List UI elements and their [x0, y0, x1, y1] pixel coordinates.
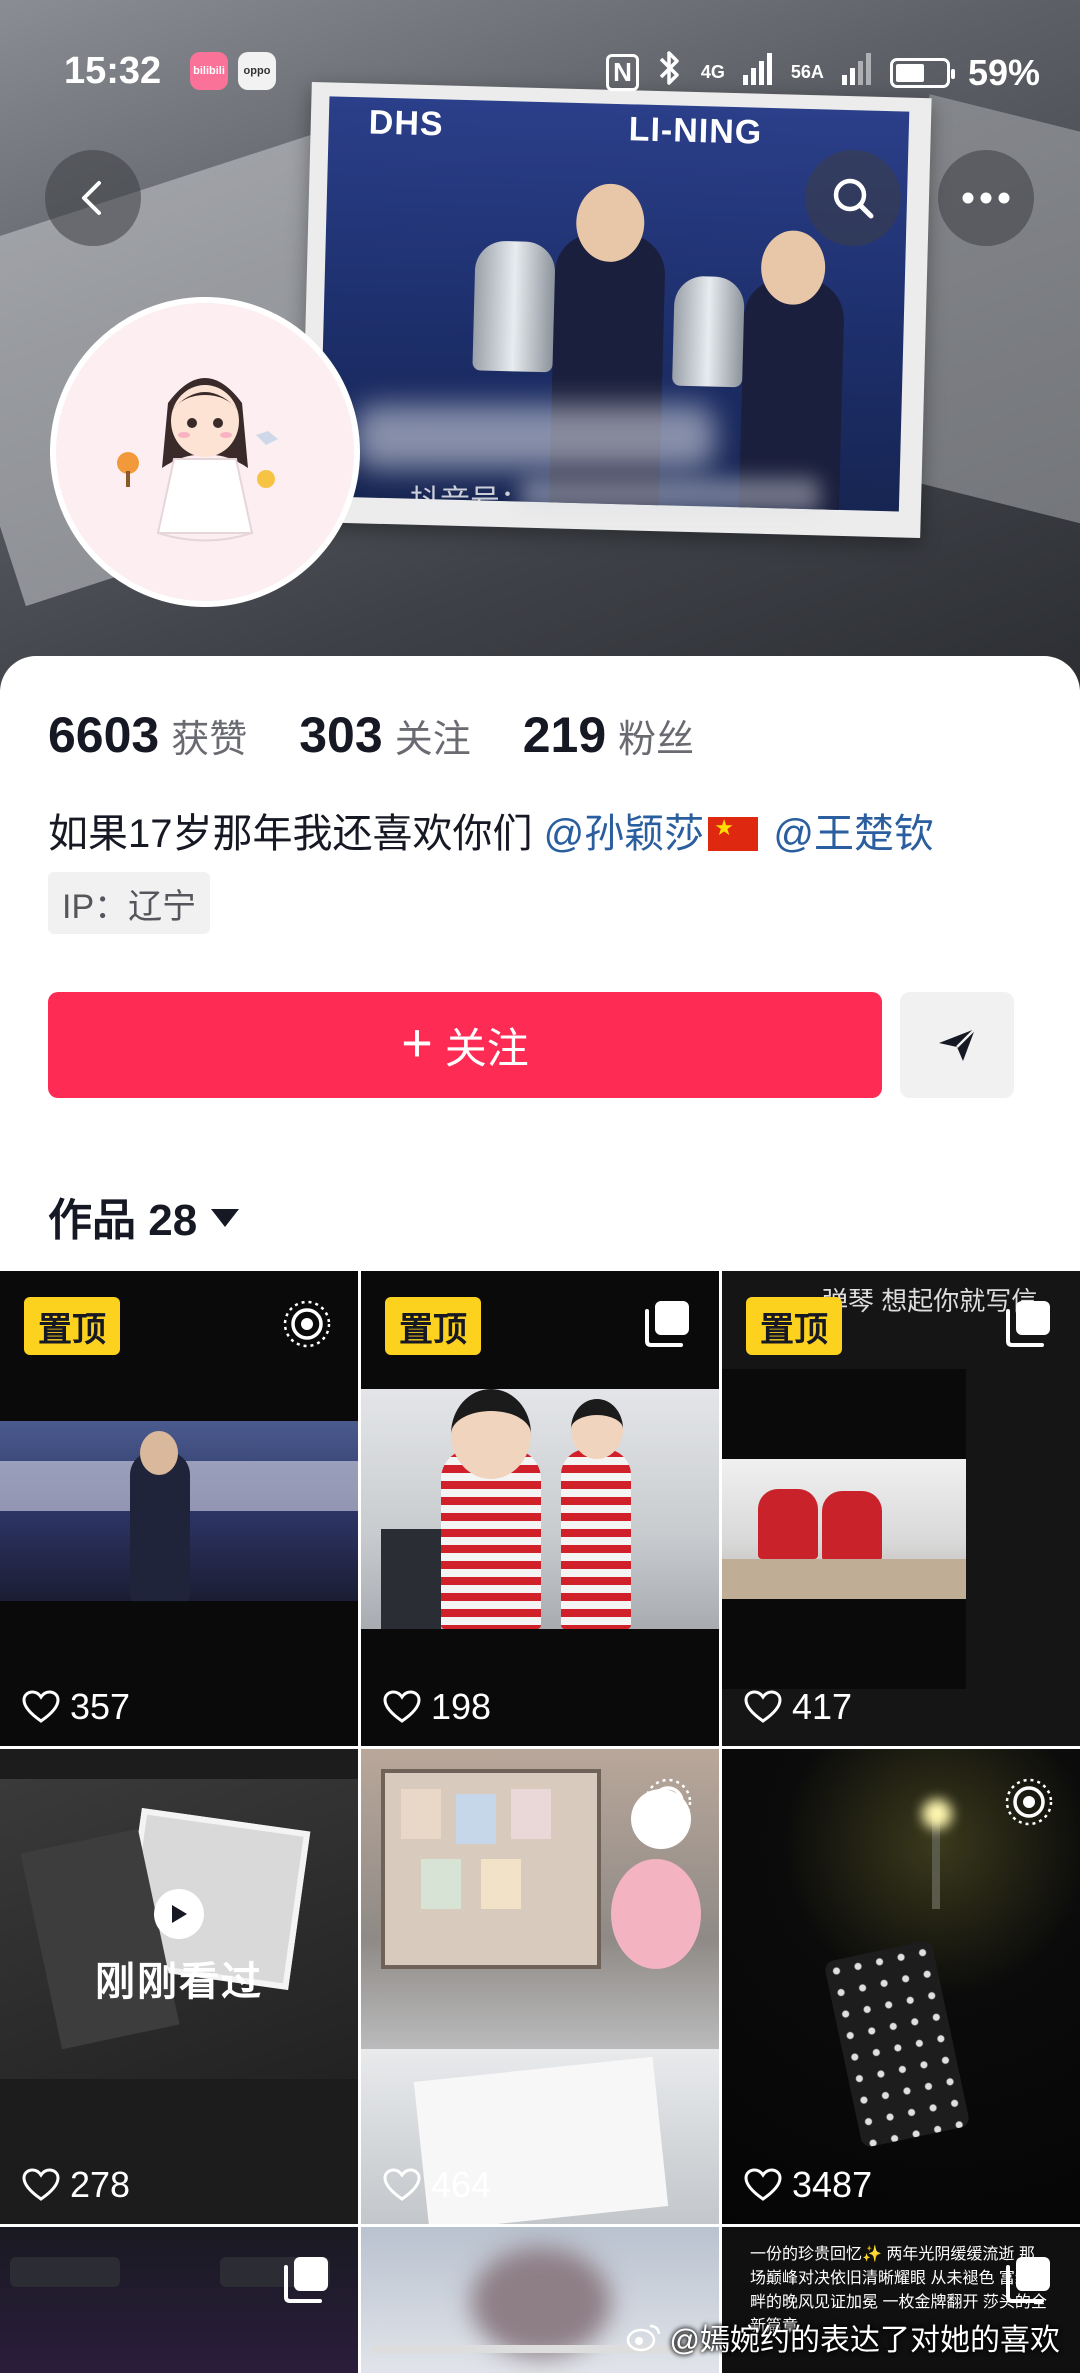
cover-photo-person	[738, 277, 845, 512]
multi-image-icon	[284, 2257, 328, 2303]
tab-works-label: 作品 28	[48, 1196, 198, 1245]
multi-image-icon	[1006, 1301, 1050, 1347]
trophy	[472, 240, 556, 373]
douyin-id-blurred	[520, 478, 820, 512]
video-tile[interactable]: 刚刚看过 278	[0, 1749, 358, 2224]
cover-photo-person	[548, 232, 666, 512]
stat-value: 6603	[48, 707, 160, 763]
heart-icon	[744, 2168, 782, 2201]
like-count-value: 357	[70, 1686, 131, 1727]
watermark-text: @嫣婉约的表达了对她的喜欢	[669, 2324, 1060, 2357]
like-count: 278	[22, 2164, 130, 2206]
stat-value: 219	[522, 707, 607, 763]
profile-stats: 6603 获赞 303 关注 219 粉丝	[48, 706, 746, 764]
stat-label: 关注	[394, 719, 471, 761]
tab-works[interactable]: 作品 28	[48, 1184, 240, 1248]
more-button[interactable]	[938, 150, 1034, 246]
video-tile[interactable]: 3487	[722, 1749, 1080, 2224]
like-count-value: 3487	[792, 2164, 873, 2205]
battery-icon	[889, 57, 955, 88]
send-icon	[939, 1028, 976, 1061]
nickname-blurred	[355, 405, 715, 469]
cover-photo-frame: DHS LI-NING	[300, 81, 932, 539]
like-count: 3487	[744, 2164, 872, 2206]
weibo-watermark: @嫣婉约的表达了对她的喜欢	[626, 2315, 1060, 2359]
back-button[interactable]	[45, 150, 141, 246]
oppo-app-icon: oppo	[238, 52, 276, 90]
signal-icon	[841, 52, 872, 94]
search-icon	[833, 178, 874, 219]
video-tile[interactable]	[0, 2227, 358, 2373]
follow-button[interactable]: + 关注	[48, 992, 882, 1098]
trophy	[672, 275, 745, 388]
multi-image-icon	[645, 1301, 689, 1347]
more-horizontal-icon	[962, 192, 1010, 204]
caret-down-icon	[211, 1209, 240, 1227]
battery-percent: 59%	[967, 51, 1040, 93]
chevron-left-icon	[82, 181, 101, 215]
profile-bio: 如果17岁那年我还喜欢你们 @孙颖莎 @王楚钦	[48, 801, 934, 859]
weibo-icon	[626, 2324, 660, 2352]
ip-location-tag: IP：辽宁	[48, 872, 211, 934]
heart-icon	[22, 2168, 60, 2201]
pinned-badge: 置顶	[746, 1297, 842, 1355]
like-count: 198	[383, 1686, 491, 1728]
like-count-value: 278	[70, 2164, 131, 2205]
douyin-id-label: 抖音号：	[410, 485, 530, 518]
bilibili-app-icon: bilibili	[190, 52, 228, 90]
like-count: 464	[383, 2164, 491, 2206]
heart-icon	[22, 1690, 60, 1723]
network-type: 4G	[700, 62, 725, 82]
video-tile[interactable]: 置顶 357	[0, 1271, 358, 1746]
live-photo-icon	[283, 1300, 331, 1348]
stat-label: 获赞	[171, 719, 248, 761]
battery-fill	[895, 63, 924, 82]
stat-followers[interactable]: 219 粉丝	[523, 706, 694, 764]
like-count: 417	[744, 1686, 852, 1728]
mention-link[interactable]: @孙颖莎	[544, 812, 705, 856]
pinned-badge: 置顶	[385, 1297, 481, 1355]
like-count-value: 464	[431, 2164, 492, 2205]
video-thumbnail	[0, 1421, 358, 1601]
multi-image-icon	[1006, 2257, 1050, 2303]
like-count-value: 198	[431, 1686, 492, 1727]
video-tile[interactable]: 置顶 198	[361, 1271, 719, 1746]
network-speed: 56A	[790, 62, 824, 82]
heart-icon	[383, 1690, 421, 1723]
live-photo-icon	[644, 1778, 692, 1826]
pinned-badge: 置顶	[24, 1297, 120, 1355]
bluetooth-icon	[657, 50, 683, 95]
avatar-illustration	[56, 303, 354, 601]
china-flag-icon	[708, 815, 759, 851]
video-tile[interactable]: 弹琴 想起你就写信 置顶 417	[722, 1271, 1080, 1746]
stat-label: 粉丝	[618, 719, 695, 761]
like-count: 357	[22, 1686, 130, 1728]
like-count-value: 417	[792, 1686, 853, 1727]
nfc-icon: N	[606, 54, 639, 91]
signal-icon	[742, 52, 773, 94]
recently-viewed-label: 刚刚看过	[95, 1960, 263, 2004]
heart-icon	[383, 2168, 421, 2201]
share-button[interactable]	[900, 992, 1014, 1098]
video-thumbnail	[361, 1389, 719, 1629]
plus-icon: +	[401, 1013, 433, 1073]
status-bar: 15:32 bilibili oppo N 4G 56A 59%	[0, 0, 1080, 140]
stat-following[interactable]: 303 关注	[299, 706, 470, 764]
video-tile[interactable]: 464	[361, 1749, 719, 2224]
stat-value: 303	[299, 707, 383, 763]
recently-viewed-badge: 刚刚看过	[0, 1889, 358, 2007]
stat-likes[interactable]: 6603 获赞	[48, 706, 247, 764]
live-photo-icon	[1005, 1778, 1053, 1826]
video-thumbnail	[722, 1369, 966, 1689]
heart-icon	[744, 1690, 782, 1723]
status-indicators: N 4G 56A 59%	[606, 50, 1040, 95]
play-icon	[154, 1889, 204, 1939]
avatar[interactable]	[50, 297, 360, 607]
bio-text: 如果17岁那年我还喜欢你们	[48, 812, 533, 856]
follow-button-label: 关注	[444, 1024, 529, 1072]
search-button[interactable]	[805, 150, 901, 246]
mention-link[interactable]: @王楚钦	[773, 812, 934, 856]
status-time: 15:32	[64, 50, 162, 92]
